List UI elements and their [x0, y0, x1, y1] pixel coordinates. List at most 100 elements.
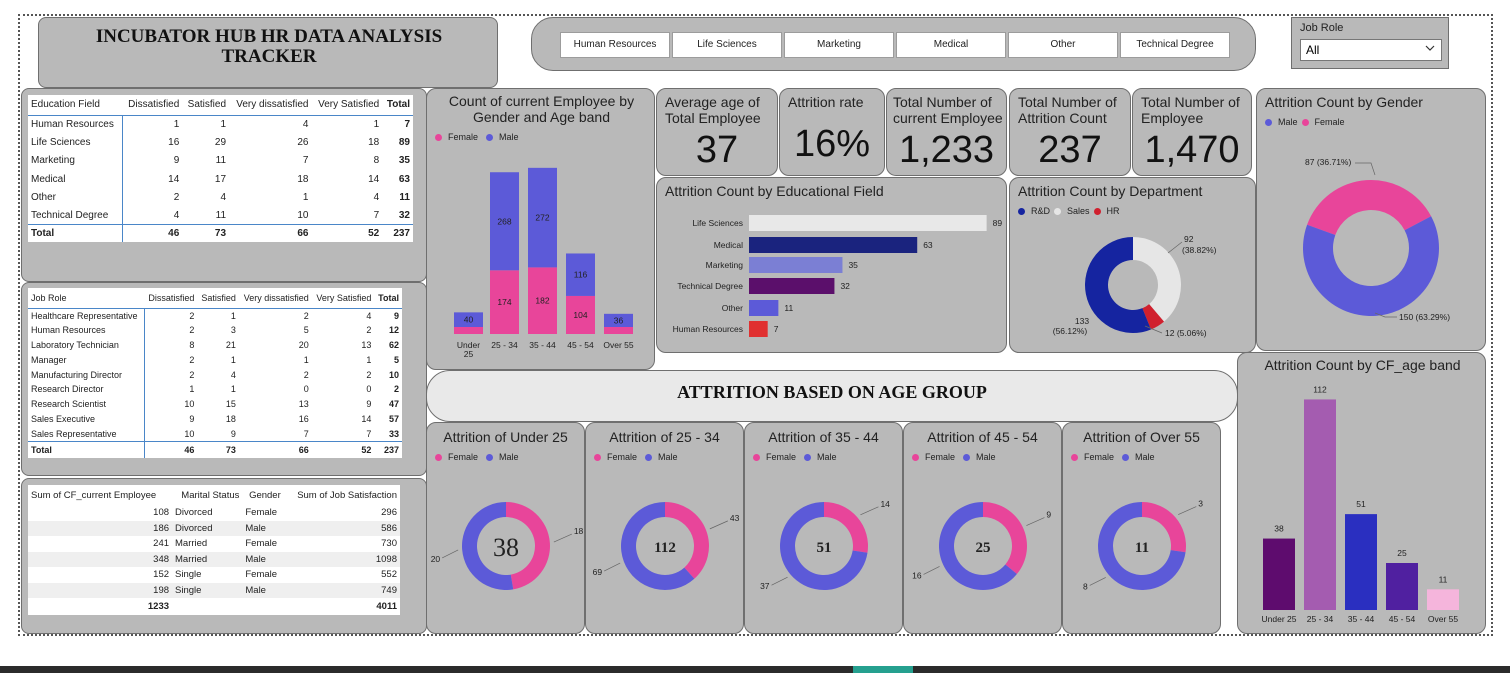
edu-table-cell: 4 [173, 209, 180, 221]
slicer-item-human-resources[interactable]: Human Resources [560, 32, 670, 58]
job-table-cell: 5 [303, 325, 309, 336]
job-table-cell: 1 [230, 354, 236, 365]
attrition-45-54-panel: Attrition of 45 - 54 Female Male 25 9 16 [903, 422, 1062, 634]
marital-table-cell: 552 [381, 569, 397, 581]
marital-table-header-gender[interactable]: Gender [242, 485, 283, 505]
job-table-cell: 8 [189, 339, 195, 350]
bar-female-under-25[interactable] [454, 327, 483, 334]
marital-table-header-row: Sum of CF_current Employee Marital Status… [28, 485, 400, 505]
job-table-cell: 2 [393, 384, 399, 395]
bar-female-value: 104 [573, 310, 587, 320]
job-table-header-very-dissatisfied[interactable]: Very dissatisfied [239, 288, 312, 308]
bar-25-34[interactable] [1304, 399, 1336, 610]
job-table-cell: 12 [388, 325, 399, 336]
donut-label-rd: 133 [1075, 316, 1089, 326]
bar-technical-degree[interactable] [749, 278, 835, 294]
marital-table-row: 108 Divorced Female 296 [28, 505, 400, 521]
edu-table-header-satisfied[interactable]: Satisfied [182, 95, 229, 115]
bar-life-sciences[interactable] [749, 215, 987, 231]
bar-35-44[interactable] [1345, 514, 1377, 610]
donut-slice-male[interactable] [1303, 216, 1439, 317]
kpi-attrition-rate-value: 16% [793, 123, 871, 165]
job-table-header-dissatisfied[interactable]: Dissatisfied [144, 288, 197, 308]
kpi-attrition-rate: Attrition rate 16% [779, 88, 885, 176]
bar-other[interactable] [749, 300, 779, 316]
slicer-item-medical[interactable]: Medical [896, 32, 1006, 58]
marital-table-header-marital-status[interactable]: Marital Status [172, 485, 242, 505]
edu-table-cell: 26 [297, 136, 309, 148]
marital-table-cell: Divorced [175, 522, 213, 534]
bar-male-value: 36 [614, 315, 624, 325]
job-table-cell: 47 [388, 399, 399, 410]
job-table-row: Manager 2 1 1 1 5 [28, 352, 402, 368]
bar-marketing[interactable] [749, 257, 843, 273]
leader-line [709, 520, 728, 530]
job-table-total-cell: 52 [311, 440, 375, 459]
job-table-header-satisfied[interactable]: Satisfied [197, 288, 239, 308]
attrition-over-55-panel: Attrition of Over 55 Female Male 11 3 8 [1062, 422, 1221, 634]
edu-table-header-very-satisfied[interactable]: Very Satisfied [311, 95, 382, 115]
edu-table-row: Life Sciences 16 29 26 18 89 [28, 133, 413, 152]
slicer-item-technical-degree[interactable]: Technical Degree [1120, 32, 1230, 58]
kpi-average-age-label: Average age of Total Employee [665, 94, 761, 126]
x-tick-label: 25 - 34 [1307, 614, 1334, 624]
bar-medical[interactable] [749, 237, 918, 253]
job-table-cell: 2 [238, 307, 312, 323]
job-table-cell: Manager [28, 352, 145, 368]
job-table-header-job-role[interactable]: Job Role [28, 288, 144, 308]
edu-table-header-dissatisfied[interactable]: Dissatisfied [122, 95, 182, 115]
donut-label-male: 16 [912, 570, 922, 580]
marital-table-cell: 586 [381, 522, 397, 534]
job-table-cell: 2 [144, 307, 198, 323]
bar-female-over-55[interactable] [604, 327, 633, 334]
donut-slice-female[interactable] [983, 502, 1027, 575]
marital-table-cell: Single [175, 569, 202, 581]
slicer-item-marketing[interactable]: Marketing [784, 32, 894, 58]
slicer-item-life-sciences[interactable]: Life Sciences [672, 32, 782, 58]
bar-45-54[interactable] [1386, 563, 1418, 610]
job-table-header-very-satisfied[interactable]: Very Satisfied [312, 288, 375, 308]
x-tick-label: 35 - 44 [529, 340, 556, 350]
marital-table-row: 186 Divorced Male 586 [28, 520, 400, 536]
marital-status-table: Sum of CF_current Employee Marital Status… [28, 485, 400, 615]
education-field-slicer: Human Resources Life Sciences Marketing … [531, 17, 1256, 71]
edu-table-header-education-field[interactable]: Education Field [28, 95, 122, 115]
job-table-cell: 7 [303, 428, 309, 439]
edu-table-header-total[interactable]: Total [382, 95, 413, 115]
marital-table-row: 152 Single Female 552 [28, 567, 400, 583]
job-role-dropdown[interactable]: All [1300, 39, 1442, 61]
donut-label-rd-pct: (56.12%) [1053, 326, 1088, 336]
bar-under-25[interactable] [1263, 538, 1295, 610]
edu-table-header-very-dissatisfied[interactable]: Very dissatisfied [229, 95, 311, 115]
marital-table-cell: 730 [381, 538, 397, 550]
marital-table-header-sum-of-job-satisfaction[interactable]: Sum of Job Satisfaction [284, 485, 400, 505]
job-role-label: Job Role [1300, 22, 1344, 34]
job-table-row: Sales Representative 10 9 7 7 33 [28, 426, 402, 442]
edu-table-cell: 7 [382, 114, 413, 134]
job-table-cell: Sales Executive [28, 411, 145, 427]
job-table-header-total[interactable]: Total [374, 288, 402, 308]
edu-table-cell: 17 [214, 173, 227, 185]
bar-human-resources[interactable] [749, 321, 768, 337]
kpi-current-employee-label: Total Number of current Employee [893, 94, 1003, 126]
job-table-cell: 9 [366, 399, 372, 410]
bar-value-label: 89 [993, 218, 1003, 228]
job-table-cell: 2 [366, 325, 372, 336]
job-table-cell: 1 [230, 384, 236, 395]
x-tick-label: Under 25 [1262, 614, 1297, 624]
kpi-attrition-count: Total Number of Attrition Count 237 [1009, 88, 1131, 176]
marital-table-header-sum-of-cf-current-employee[interactable]: Sum of CF_current Employee [28, 485, 172, 505]
donut-slice-sales[interactable] [1133, 237, 1181, 322]
marital-table-cell: Female [245, 507, 278, 519]
job-table-total-row: Total 46 73 66 52 237 [28, 440, 402, 459]
job-table-cell: 2 [303, 369, 309, 380]
kpi-current-employee: Total Number of current Employee 1,233 [886, 88, 1007, 176]
edu-table-row: Human Resources 1 1 4 1 7 [28, 114, 413, 134]
edu-table-cell: 32 [398, 209, 410, 221]
job-table-total-cell: 46 [144, 440, 198, 459]
bar-over-55[interactable] [1427, 589, 1459, 610]
job-table-cell: 10 [184, 399, 195, 410]
slicer-item-other[interactable]: Other [1008, 32, 1118, 58]
job-table-row: Research Scientist 10 15 13 9 47 [28, 396, 402, 412]
job-table-cell: 5 [393, 354, 399, 365]
